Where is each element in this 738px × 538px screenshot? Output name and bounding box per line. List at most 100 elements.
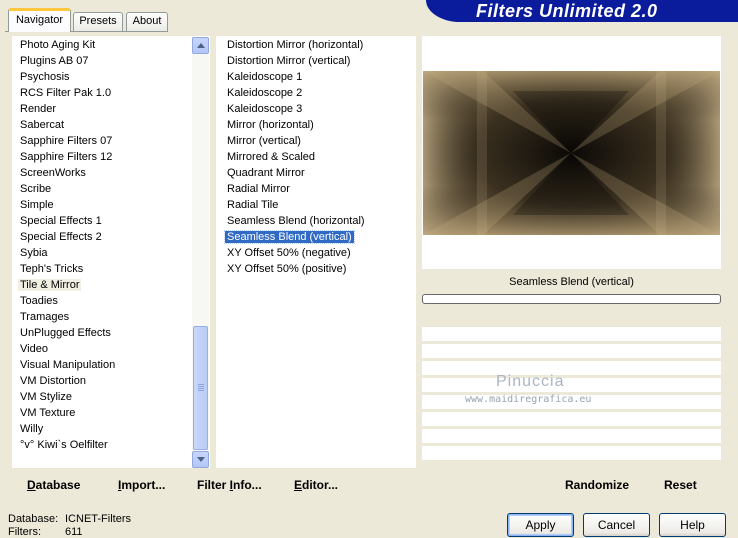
filter-item[interactable]: Kaleidoscope 2: [225, 85, 413, 101]
filter-name-label: Seamless Blend (vertical): [509, 276, 634, 288]
status-database-label: Database:: [8, 513, 59, 525]
category-item-label: Special Effects 2: [20, 231, 102, 243]
category-item[interactable]: Tramages: [18, 309, 190, 325]
status-filters-value: 611: [65, 526, 83, 538]
button-label: atabase: [35, 478, 81, 492]
category-item-label: Video: [20, 343, 48, 355]
filter-item[interactable]: Distortion Mirror (horizontal): [225, 37, 413, 53]
category-item-label: Special Effects 1: [20, 215, 102, 227]
category-item-label: °v° Kiwi`s Oelfilter: [20, 439, 108, 451]
category-item-label: VM Stylize: [20, 391, 72, 403]
category-item-label: ScreenWorks: [20, 167, 86, 179]
import-button[interactable]: Import...: [118, 478, 165, 492]
category-item[interactable]: Sapphire Filters 12: [18, 149, 190, 165]
category-item-label: Willy: [20, 423, 44, 435]
preview-kaleidoscope-art: [423, 71, 720, 235]
category-item[interactable]: Photo Aging Kit: [18, 37, 190, 53]
parameter-slot: [422, 429, 721, 444]
status-database-value: ICNET-Filters: [65, 513, 131, 525]
filter-item[interactable]: Distortion Mirror (vertical): [225, 53, 413, 69]
category-item-label: VM Texture: [20, 407, 76, 419]
grip-line: [198, 390, 204, 391]
category-item[interactable]: Special Effects 2: [18, 229, 190, 245]
filter-item[interactable]: XY Offset 50% (negative): [225, 245, 413, 261]
randomize-button[interactable]: Randomize: [565, 478, 629, 492]
category-item[interactable]: VM Stylize: [18, 389, 190, 405]
filter-item[interactable]: Kaleidoscope 1: [225, 69, 413, 85]
category-item[interactable]: Psychosis: [18, 69, 190, 85]
scroll-up-button[interactable]: [192, 37, 209, 54]
parameter-slot: [422, 361, 721, 376]
category-item[interactable]: Sabercat: [18, 117, 190, 133]
category-item[interactable]: Sapphire Filters 07: [18, 133, 190, 149]
filter-item[interactable]: Mirror (vertical): [225, 133, 413, 149]
category-item[interactable]: °v° Kiwi`s Oelfilter: [18, 437, 190, 453]
chevron-down-icon: [197, 457, 205, 462]
grip-line: [198, 384, 204, 385]
filter-item[interactable]: Mirror (horizontal): [225, 117, 413, 133]
tab-presets[interactable]: Presets: [73, 12, 123, 31]
category-item[interactable]: VM Texture: [18, 405, 190, 421]
parameter-slot: [422, 446, 721, 461]
database-button[interactable]: Database: [27, 478, 80, 492]
category-item[interactable]: Willy: [18, 421, 190, 437]
filter-item[interactable]: Seamless Blend (horizontal): [225, 213, 413, 229]
help-button[interactable]: Help: [659, 513, 726, 537]
watermark-name: Pinuccia: [496, 373, 565, 390]
filter-item-label: Mirrored & Scaled: [227, 151, 316, 163]
filter-item-label: XY Offset 50% (negative): [227, 247, 351, 259]
filter-item[interactable]: Kaleidoscope 3: [225, 101, 413, 117]
category-item[interactable]: Video: [18, 341, 190, 357]
category-item[interactable]: Teph's Tricks: [18, 261, 190, 277]
filter-item[interactable]: Radial Tile: [225, 197, 413, 213]
filter-item-label: Seamless Blend (vertical): [224, 230, 355, 244]
filter-item[interactable]: Quadrant Mirror: [225, 165, 413, 181]
accel-key: E: [294, 478, 303, 492]
category-item-label: Render: [20, 103, 57, 115]
cancel-button[interactable]: Cancel: [583, 513, 650, 537]
category-item[interactable]: RCS Filter Pak 1.0: [18, 85, 190, 101]
editor-button[interactable]: Editor...: [294, 478, 338, 492]
filter-item-label: Radial Mirror: [227, 183, 290, 195]
filter-list[interactable]: Distortion Mirror (horizontal) Distortion…: [224, 37, 413, 277]
apply-button[interactable]: Apply: [507, 513, 574, 537]
category-item[interactable]: Plugins AB 07: [18, 53, 190, 69]
parameter-slot: [422, 327, 721, 342]
category-item[interactable]: ScreenWorks: [18, 165, 190, 181]
accel-key: D: [27, 478, 36, 492]
reset-button[interactable]: Reset: [664, 478, 697, 492]
category-item-label: Tramages: [20, 311, 70, 323]
grip-line: [198, 388, 204, 389]
category-item-label: Teph's Tricks: [20, 263, 84, 275]
filter-item-label: Kaleidoscope 3: [227, 103, 303, 115]
category-list[interactable]: Photo Aging Kit Plugins AB 07 Psychosis RCS…: [18, 37, 190, 453]
category-item-label: Sapphire Filters 12: [20, 151, 113, 163]
category-item[interactable]: VM Distortion: [18, 373, 190, 389]
category-item[interactable]: Simple: [18, 197, 190, 213]
watermark-site: www.maidiregrafica.eu: [465, 394, 592, 405]
category-item-label: Photo Aging Kit: [20, 39, 96, 51]
category-item[interactable]: Visual Manipulation: [18, 357, 190, 373]
category-scrollbar[interactable]: [192, 37, 209, 468]
category-item[interactable]: Toadies: [18, 293, 190, 309]
tab-about[interactable]: About: [126, 12, 168, 31]
filter-item[interactable]: Mirrored & Scaled: [225, 149, 413, 165]
category-item[interactable]: Scribe: [18, 181, 190, 197]
filter-item[interactable]: Seamless Blend (vertical): [224, 229, 413, 245]
category-item-label: Sapphire Filters 07: [20, 135, 113, 147]
filter-item[interactable]: Radial Mirror: [225, 181, 413, 197]
filter-item[interactable]: XY Offset 50% (positive): [225, 261, 413, 277]
tab-navigator[interactable]: Navigator: [8, 8, 71, 32]
category-item[interactable]: Render: [18, 101, 190, 117]
filter-info-button[interactable]: Filter Info...: [197, 478, 262, 492]
category-item[interactable]: Sybia: [18, 245, 190, 261]
filter-item-label: Seamless Blend (horizontal): [227, 215, 365, 227]
category-item-label: Psychosis: [20, 71, 70, 83]
app-banner-title: Filters Unlimited 2.0: [426, 0, 738, 22]
category-item[interactable]: Special Effects 1: [18, 213, 190, 229]
category-item-label: Plugins AB 07: [20, 55, 89, 67]
scroll-down-button[interactable]: [192, 451, 209, 468]
category-item[interactable]: Tile & Mirror: [18, 277, 190, 293]
scroll-thumb[interactable]: [193, 326, 208, 450]
category-item[interactable]: UnPlugged Effects: [18, 325, 190, 341]
